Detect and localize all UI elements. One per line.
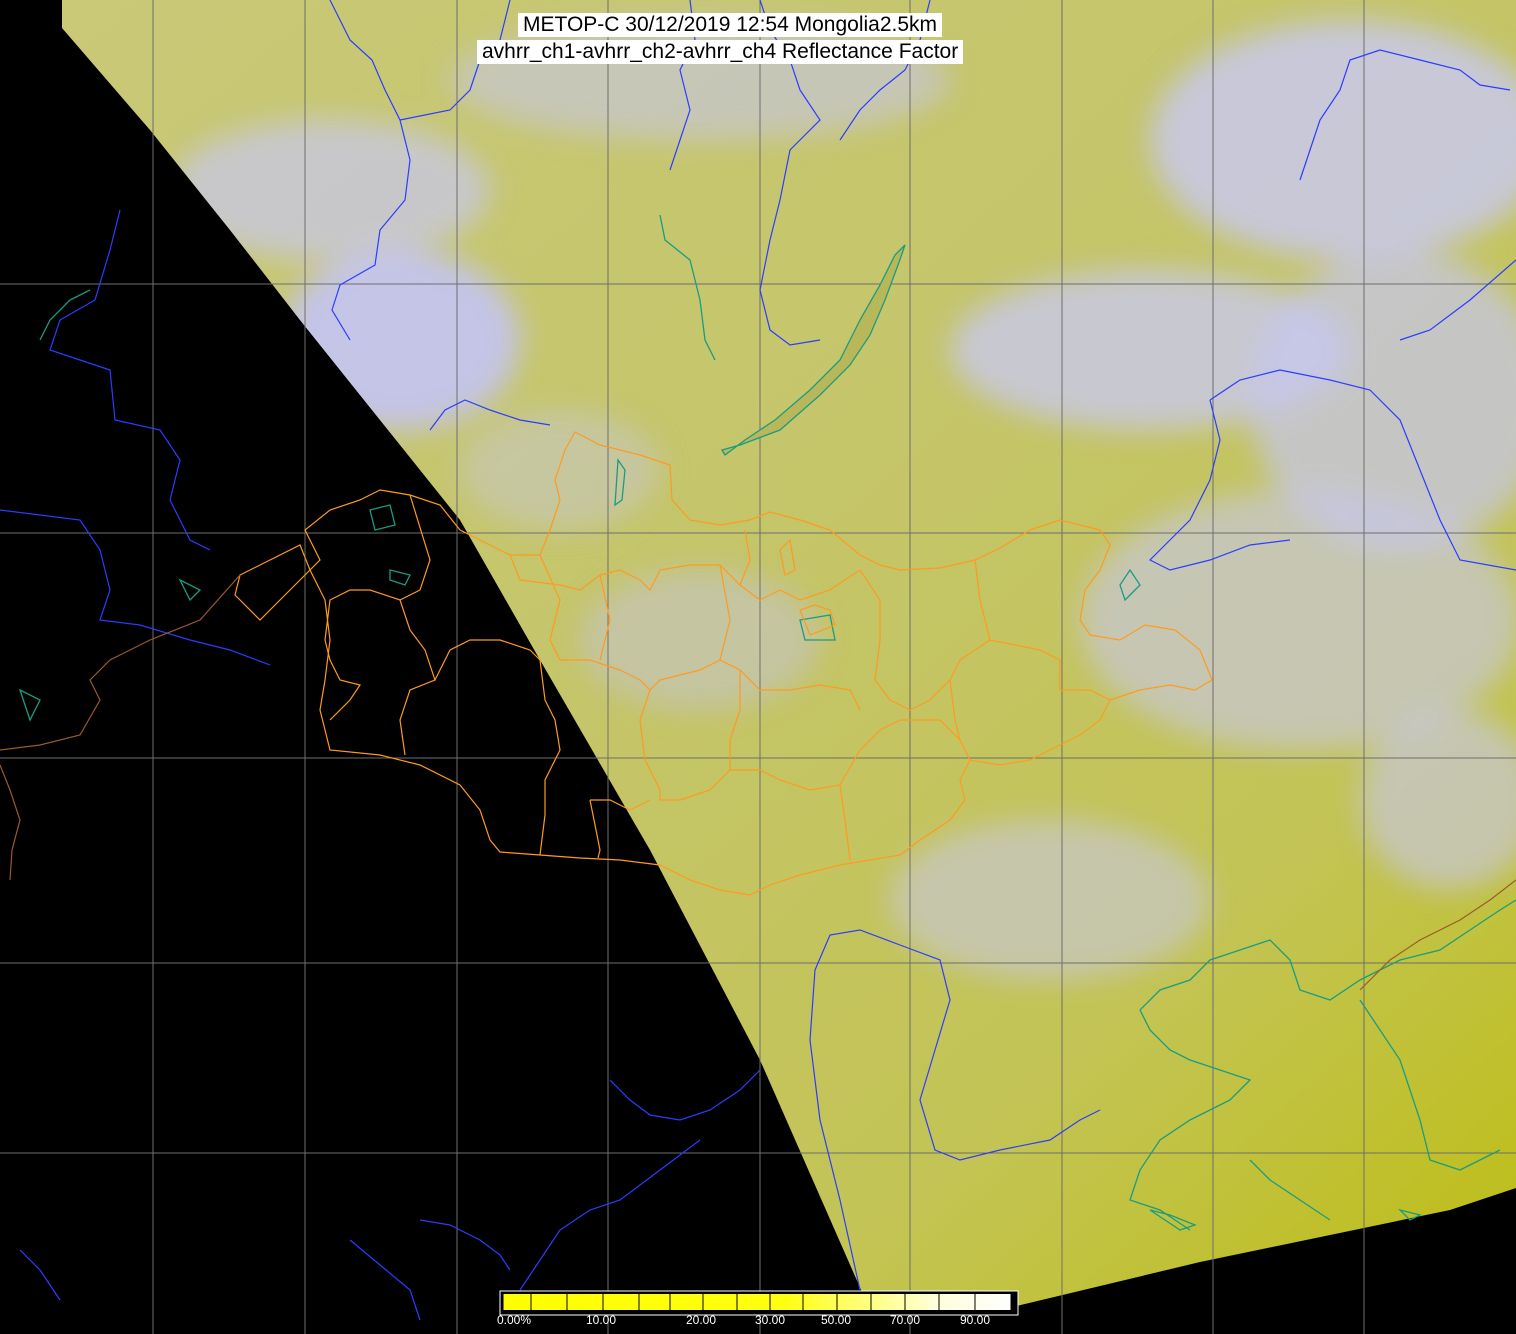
legend-gradient	[503, 1294, 1011, 1310]
color-legend	[499, 1290, 1019, 1316]
legend-tick-label: 30.00	[755, 1313, 786, 1327]
legend-tick-label: 0.00%	[497, 1313, 532, 1327]
map-title: METOP-C 30/12/2019 12:54 Mongolia2.5km	[518, 13, 943, 37]
legend-tick-label: 70.00	[890, 1313, 921, 1327]
satellite-map	[0, 0, 1516, 1334]
legend-tick-label: 50.00	[821, 1313, 852, 1327]
legend-tick-label: 90.00	[960, 1313, 991, 1327]
map-subtitle: avhrr_ch1-avhrr_ch2-avhrr_ch4 Reflectanc…	[477, 40, 964, 64]
legend-tick-label: 10.00	[586, 1313, 617, 1327]
legend-tick-label: 20.00	[686, 1313, 717, 1327]
